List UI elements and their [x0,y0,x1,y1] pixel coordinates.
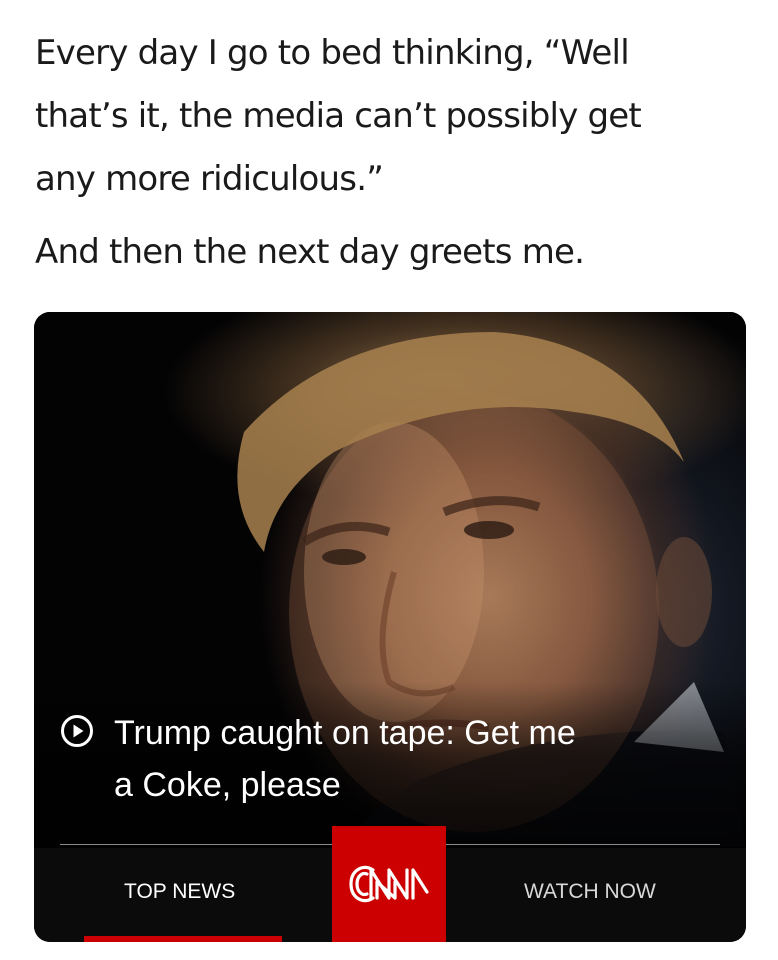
caption-line: that’s it, the media can’t possibly get [35,96,642,136]
headline-line: a Coke, please [114,766,341,804]
cnn-logo[interactable] [332,826,446,942]
tab-watch-now[interactable]: WATCH NOW [524,880,656,904]
caption-line: And then the next day greets me. [35,232,585,272]
headline-line: Trump caught on tape: Get me [114,714,576,752]
caption-line: any more ridiculous.” [35,159,384,199]
meme-caption: Every day I go to bed thinking, “Well th… [35,22,755,284]
headline[interactable]: Trump caught on tape: Get me a Coke, ple… [60,707,720,811]
active-tab-indicator [84,936,282,942]
news-card[interactable]: Trump caught on tape: Get me a Coke, ple… [34,312,746,942]
cnn-logo-icon [349,865,429,903]
caption-line: Every day I go to bed thinking, “Well [35,33,630,73]
headline-text[interactable]: Trump caught on tape: Get me a Coke, ple… [114,707,576,811]
play-circle-icon[interactable] [60,714,94,753]
tab-top-news[interactable]: TOP NEWS [124,880,235,904]
